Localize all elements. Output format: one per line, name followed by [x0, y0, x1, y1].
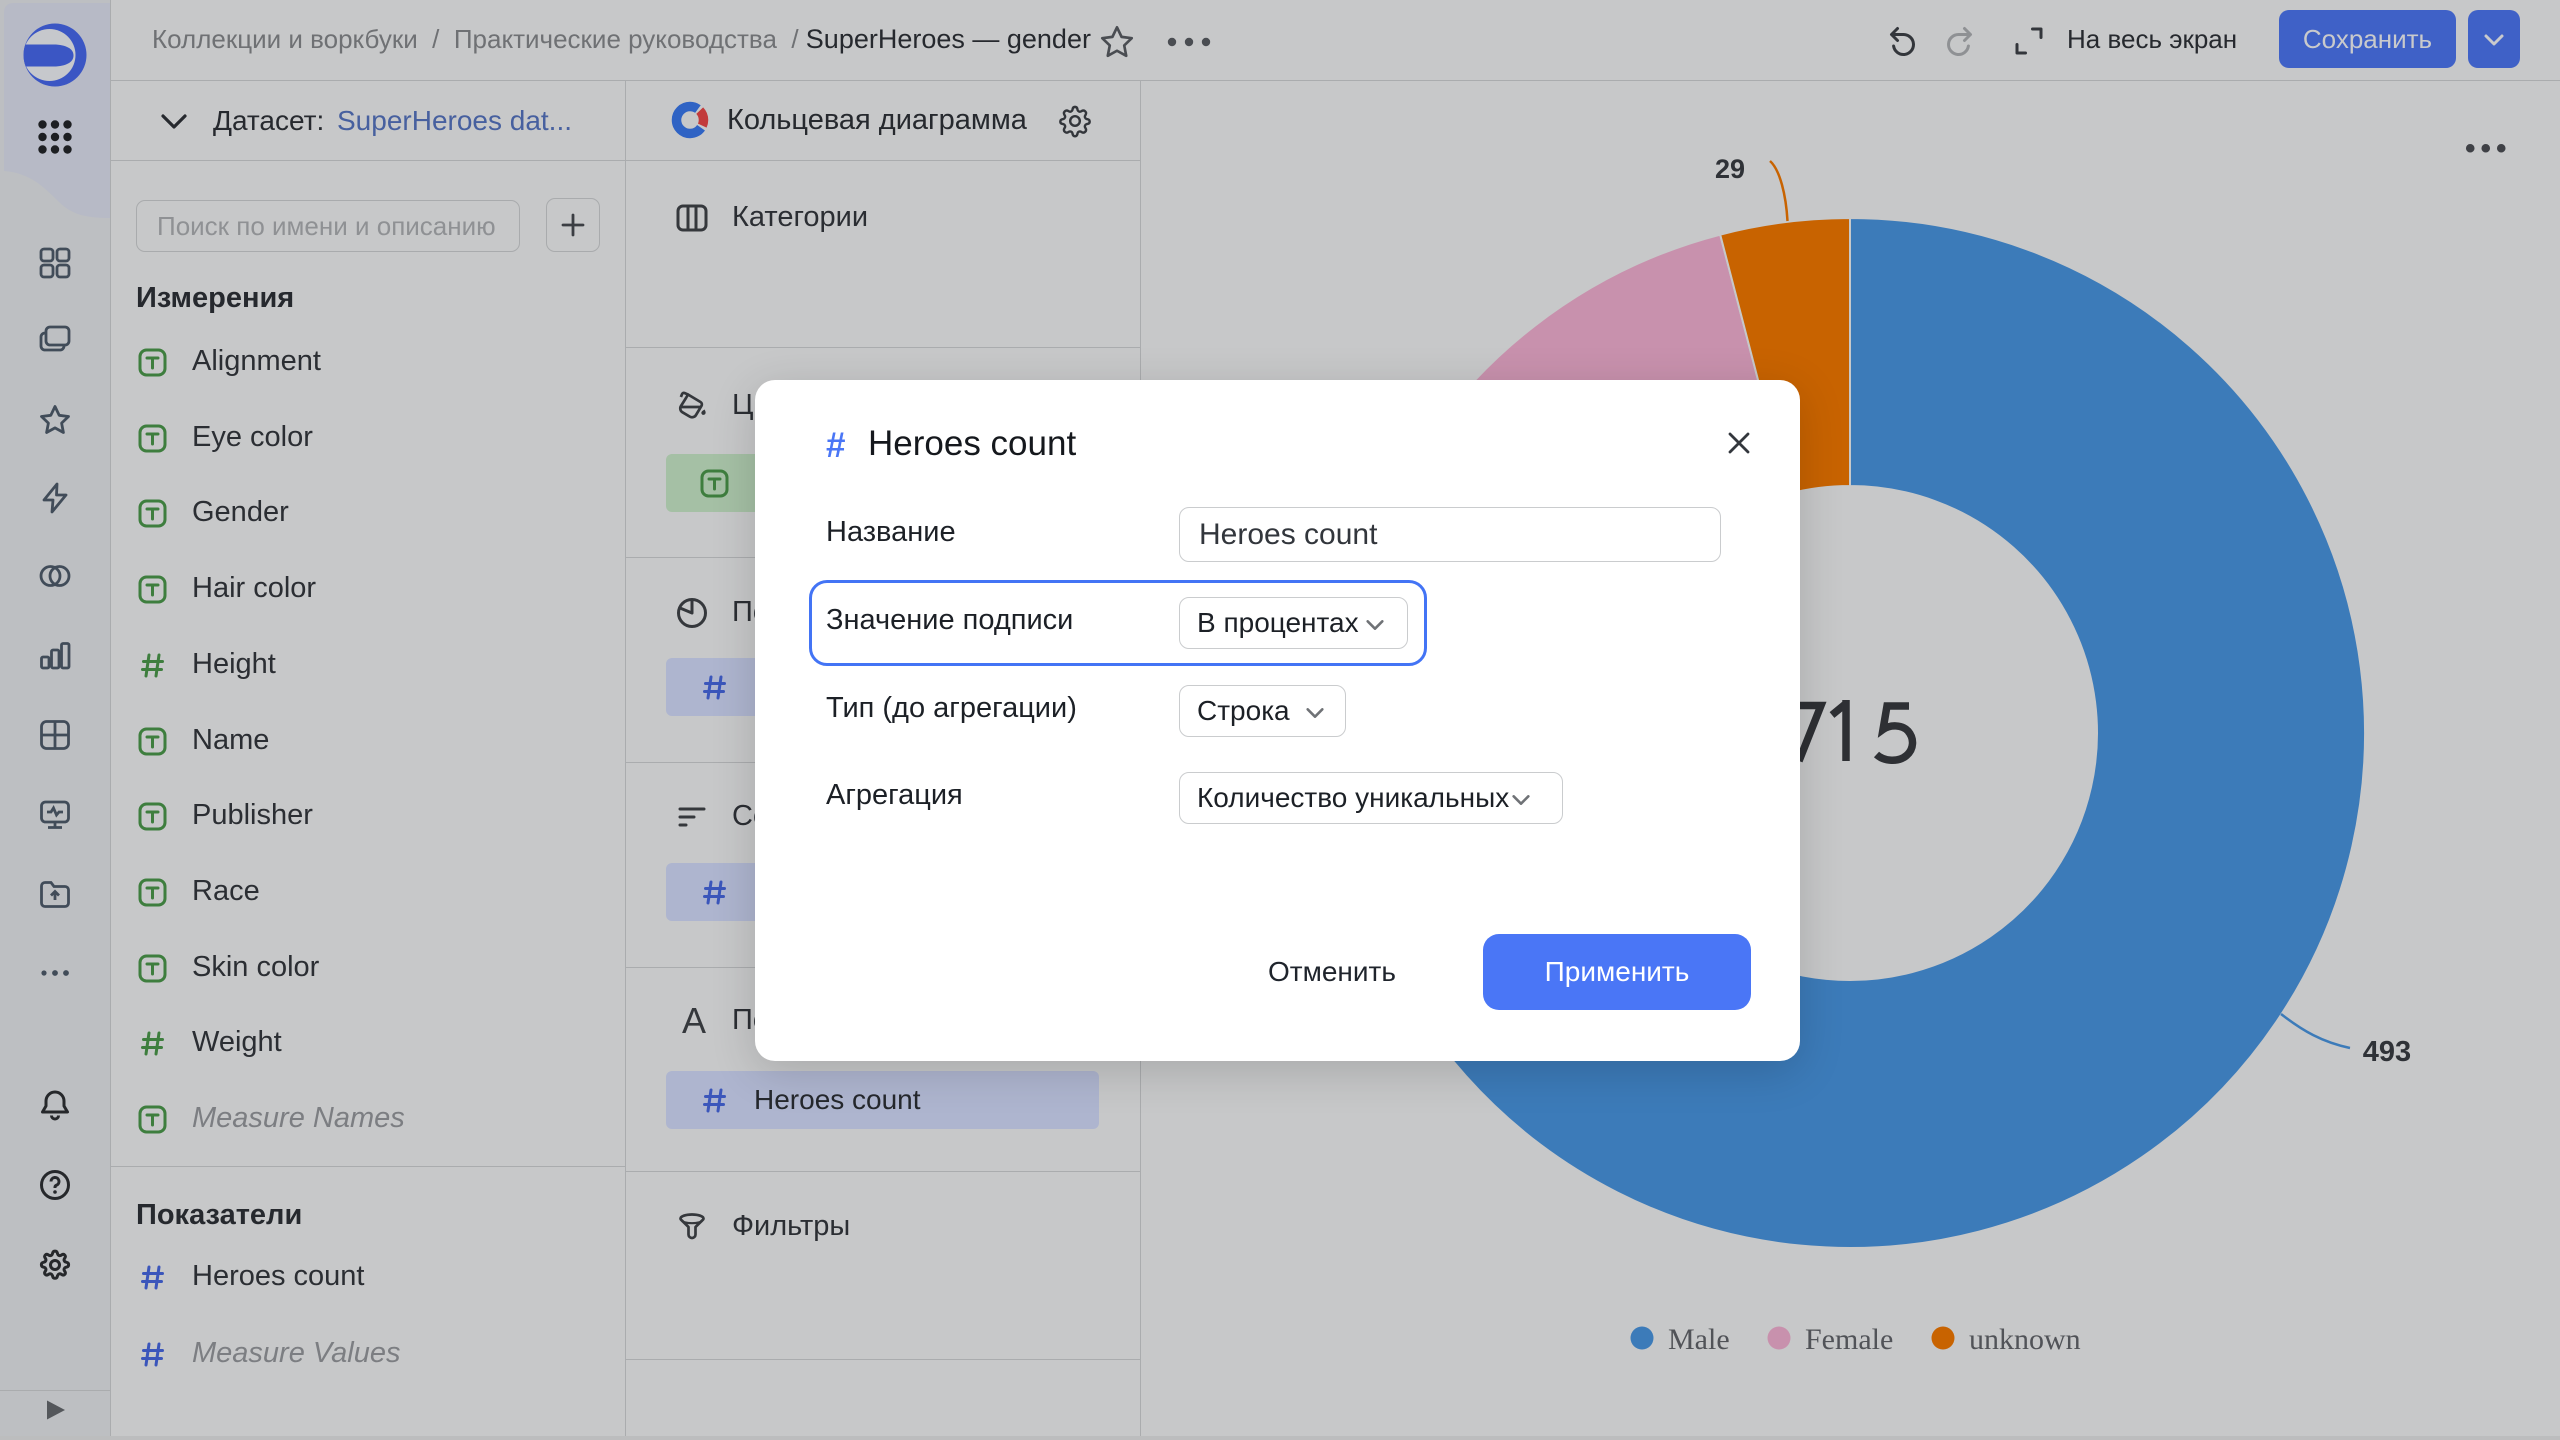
svg-text:unknown: unknown — [1969, 1323, 2081, 1356]
svg-text:Female: Female — [1805, 1323, 1893, 1356]
svg-text:493: 493 — [2363, 1036, 2411, 1068]
svg-text:29: 29 — [1715, 154, 1745, 184]
svg-text:Male: Male — [1668, 1323, 1730, 1356]
